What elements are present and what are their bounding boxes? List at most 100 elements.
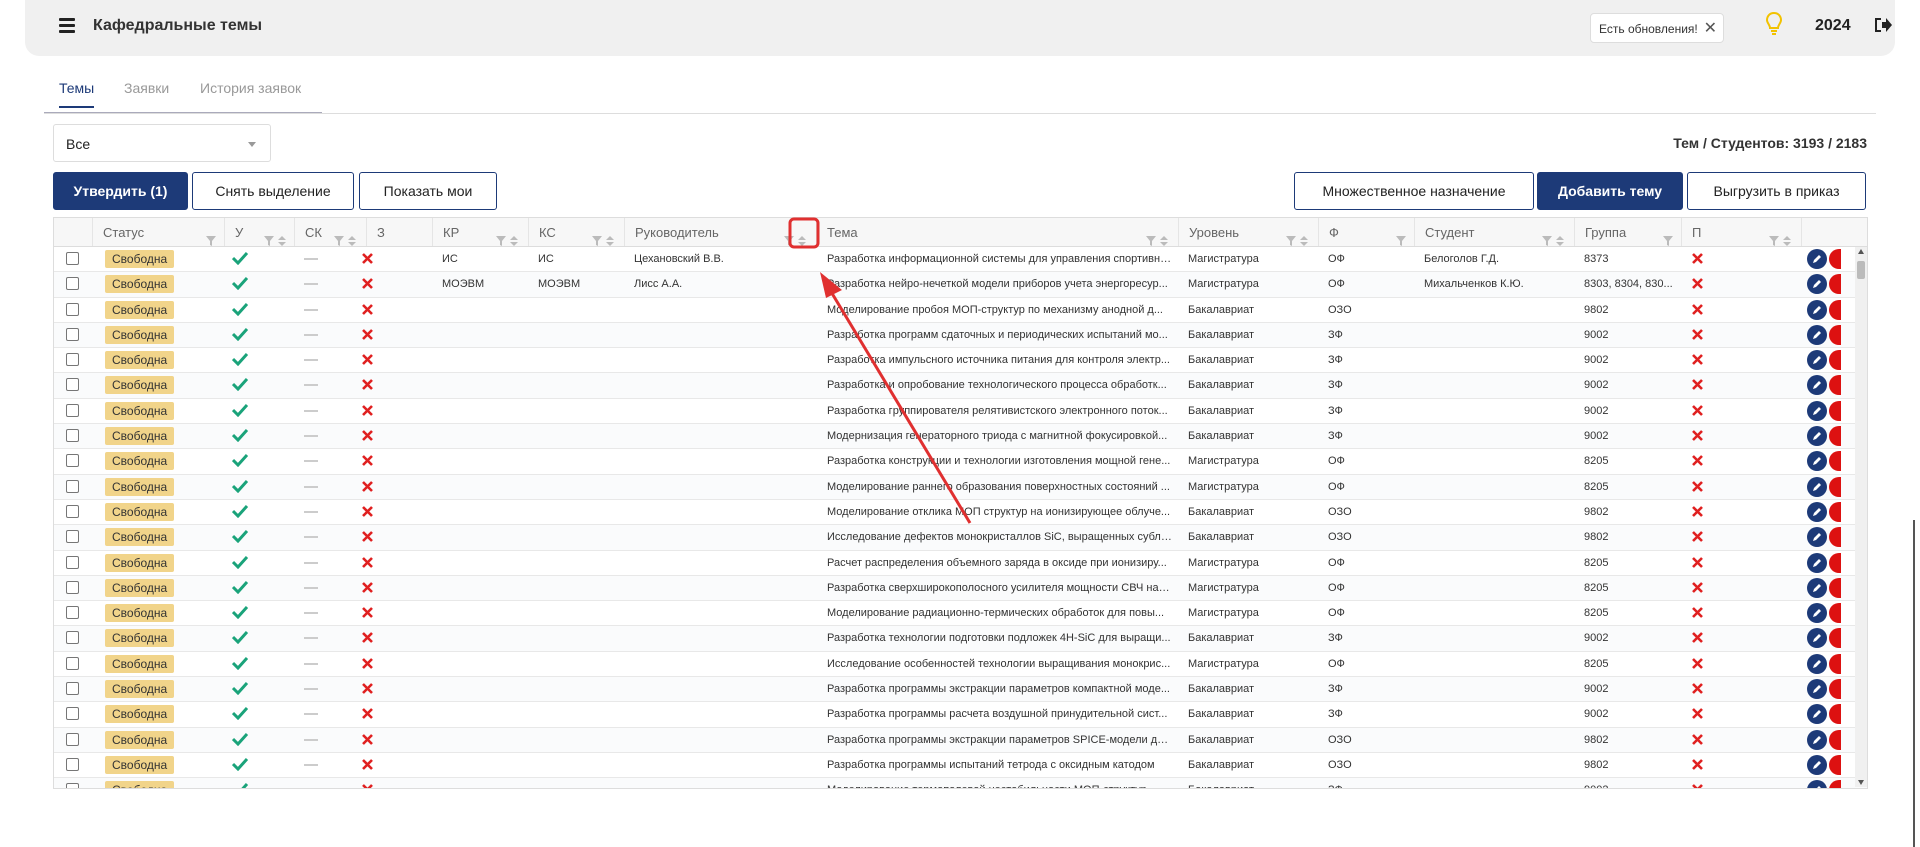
- lightbulb-icon[interactable]: [1766, 12, 1782, 36]
- delete-button[interactable]: [1829, 729, 1841, 750]
- filter-icon[interactable]: [1146, 227, 1156, 246]
- edit-button[interactable]: [1807, 679, 1827, 700]
- header-f[interactable]: Ф: [1318, 218, 1414, 246]
- row-checkbox[interactable]: [66, 504, 79, 518]
- show-mine-button[interactable]: Показать мои: [359, 172, 497, 210]
- table-row[interactable]: Свободна Разработка программы испытаний т…: [54, 753, 1867, 779]
- delete-button[interactable]: [1829, 400, 1841, 421]
- clear-selection-button[interactable]: Снять выделение: [192, 172, 354, 210]
- table-row[interactable]: Свободна Разработка конструкции и техноло…: [54, 449, 1867, 475]
- table-row[interactable]: Свободна Разработка сверхширокополосного …: [54, 575, 1867, 602]
- table-row[interactable]: Свободна Разработка программы экстракции …: [54, 677, 1867, 703]
- header-student[interactable]: Студент: [1414, 218, 1574, 246]
- row-checkbox[interactable]: [66, 757, 79, 771]
- delete-button[interactable]: [1829, 704, 1841, 725]
- hamburger-menu-icon[interactable]: [59, 18, 75, 33]
- sort-icon[interactable]: [1783, 227, 1793, 246]
- filter-icon[interactable]: [1769, 227, 1779, 246]
- row-checkbox[interactable]: [66, 530, 79, 544]
- edit-button[interactable]: [1807, 451, 1827, 472]
- row-checkbox[interactable]: [66, 783, 79, 788]
- header-topic[interactable]: Тема: [816, 218, 1178, 246]
- row-checkbox[interactable]: [66, 378, 79, 392]
- updates-notice[interactable]: Есть обновления! ✕: [1590, 13, 1724, 43]
- row-checkbox[interactable]: [66, 454, 79, 468]
- delete-button[interactable]: [1829, 552, 1841, 573]
- edit-button[interactable]: [1807, 603, 1827, 624]
- export-order-button[interactable]: Выгрузить в приказ: [1687, 172, 1866, 210]
- row-checkbox[interactable]: [66, 327, 79, 341]
- logout-icon[interactable]: [1873, 16, 1893, 34]
- table-row[interactable]: Свободна Исследование дефектов монокриста…: [54, 525, 1867, 551]
- edit-button[interactable]: [1807, 501, 1827, 522]
- close-icon[interactable]: ✕: [1704, 14, 1717, 44]
- row-checkbox[interactable]: [66, 555, 79, 569]
- delete-button[interactable]: [1829, 375, 1841, 396]
- table-row[interactable]: Свободна Разработка технологии подготовки…: [54, 626, 1867, 652]
- sort-icon[interactable]: [510, 227, 520, 246]
- delete-button[interactable]: [1829, 274, 1841, 295]
- delete-button[interactable]: [1829, 527, 1841, 548]
- filter-icon[interactable]: [784, 227, 794, 246]
- sort-icon[interactable]: [606, 227, 616, 246]
- edit-button[interactable]: [1807, 400, 1827, 421]
- row-checkbox[interactable]: [66, 631, 79, 645]
- row-checkbox[interactable]: [66, 353, 79, 367]
- scroll-up-icon[interactable]: [1858, 249, 1864, 254]
- edit-button[interactable]: [1807, 653, 1827, 674]
- table-row[interactable]: Свободна Разработка импульсного источника…: [54, 348, 1867, 374]
- row-checkbox[interactable]: [66, 403, 79, 417]
- row-checkbox[interactable]: [66, 580, 79, 594]
- row-checkbox[interactable]: [66, 732, 79, 746]
- row-checkbox[interactable]: [66, 302, 79, 316]
- header-level[interactable]: Уровень: [1178, 218, 1318, 246]
- edit-button[interactable]: [1807, 249, 1827, 269]
- table-row[interactable]: Свободна Модернизация генераторного триод…: [54, 424, 1867, 450]
- delete-button[interactable]: [1829, 754, 1841, 775]
- sort-icon[interactable]: [1556, 227, 1566, 246]
- table-row[interactable]: Свободна Разработка программы расчета воз…: [54, 702, 1867, 728]
- filter-icon[interactable]: [1663, 227, 1673, 246]
- edit-button[interactable]: [1807, 552, 1827, 573]
- sort-icon[interactable]: [1300, 227, 1310, 246]
- tab-topics[interactable]: Темы: [59, 80, 95, 108]
- edit-button[interactable]: [1807, 729, 1827, 750]
- multi-assign-button[interactable]: Множественное назначение: [1294, 172, 1534, 210]
- row-checkbox[interactable]: [66, 277, 79, 291]
- table-row[interactable]: Свободна ИС ИС Цехановский В.В. Разработка и…: [54, 247, 1867, 273]
- delete-button[interactable]: [1829, 426, 1841, 447]
- edit-button[interactable]: [1807, 350, 1827, 371]
- edit-button[interactable]: [1807, 324, 1827, 345]
- row-checkbox[interactable]: [66, 656, 79, 670]
- header-ks[interactable]: КС: [528, 218, 624, 246]
- edit-button[interactable]: [1807, 527, 1827, 548]
- delete-button[interactable]: [1829, 299, 1841, 320]
- delete-button[interactable]: [1829, 476, 1841, 497]
- delete-button[interactable]: [1829, 653, 1841, 674]
- scroll-down-icon[interactable]: [1858, 780, 1864, 785]
- table-row[interactable]: Свободна Разработка программы экстракции …: [54, 727, 1867, 753]
- row-checkbox[interactable]: [66, 606, 79, 620]
- row-checkbox[interactable]: [66, 252, 79, 265]
- delete-button[interactable]: [1829, 324, 1841, 345]
- delete-button[interactable]: [1829, 249, 1841, 269]
- edit-button[interactable]: [1807, 780, 1827, 788]
- header-u[interactable]: У: [224, 218, 294, 246]
- filter-icon[interactable]: [206, 227, 216, 246]
- header-z[interactable]: З: [366, 218, 432, 246]
- filter-icon[interactable]: [1286, 227, 1296, 246]
- table-row[interactable]: Свободна МОЭВМ МОЭВМ Лисс А.А. Разработка не…: [54, 272, 1867, 298]
- filter-icon[interactable]: [1542, 227, 1552, 246]
- filter-icon[interactable]: [592, 227, 602, 246]
- row-checkbox[interactable]: [66, 707, 79, 721]
- edit-button[interactable]: [1807, 299, 1827, 320]
- table-row[interactable]: Свободна Моделирование радиационно-термич…: [54, 601, 1867, 627]
- filter-icon[interactable]: [334, 227, 344, 246]
- approve-button[interactable]: Утвердить (1): [53, 172, 188, 210]
- table-row[interactable]: Свободна Моделирование отклика МОП структ…: [54, 500, 1867, 526]
- edit-button[interactable]: [1807, 426, 1827, 447]
- edit-button[interactable]: [1807, 274, 1827, 295]
- filter-icon[interactable]: [264, 227, 274, 246]
- edit-button[interactable]: [1807, 628, 1827, 649]
- sort-icon[interactable]: [798, 227, 808, 246]
